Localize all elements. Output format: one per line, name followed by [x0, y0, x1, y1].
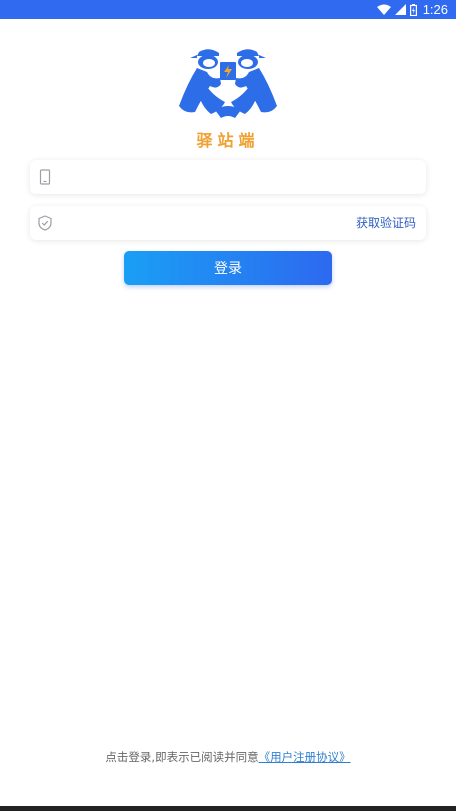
- phone-input[interactable]: [60, 164, 314, 192]
- battery-icon: [409, 3, 417, 16]
- verification-code-field[interactable]: 获取验证码: [30, 206, 426, 240]
- login-button[interactable]: 登录: [124, 251, 332, 285]
- verification-code-input[interactable]: [60, 210, 314, 238]
- status-icons: 1:26: [376, 1, 448, 18]
- status-bar: 1:26: [0, 0, 456, 19]
- get-code-button[interactable]: 获取验证码: [356, 214, 416, 231]
- wifi-icon: [376, 4, 391, 15]
- shield-check-icon: [38, 215, 52, 231]
- brand-name: 驿站端: [196, 131, 260, 150]
- status-time: 1:26: [422, 2, 448, 17]
- phone-icon: [39, 169, 51, 185]
- bottom-edge: [0, 806, 456, 811]
- cellular-signal-icon: [394, 4, 406, 15]
- agreement-prefix: 点击登录,即表示已阅读并同意: [105, 750, 259, 764]
- phone-field[interactable]: [30, 160, 426, 194]
- agreement-text: 点击登录,即表示已阅读并同意《用户注册协议》: [0, 749, 456, 765]
- couriers-carrying-box-logo: [179, 49, 277, 118]
- user-agreement-link[interactable]: 《用户注册协议》: [259, 750, 351, 764]
